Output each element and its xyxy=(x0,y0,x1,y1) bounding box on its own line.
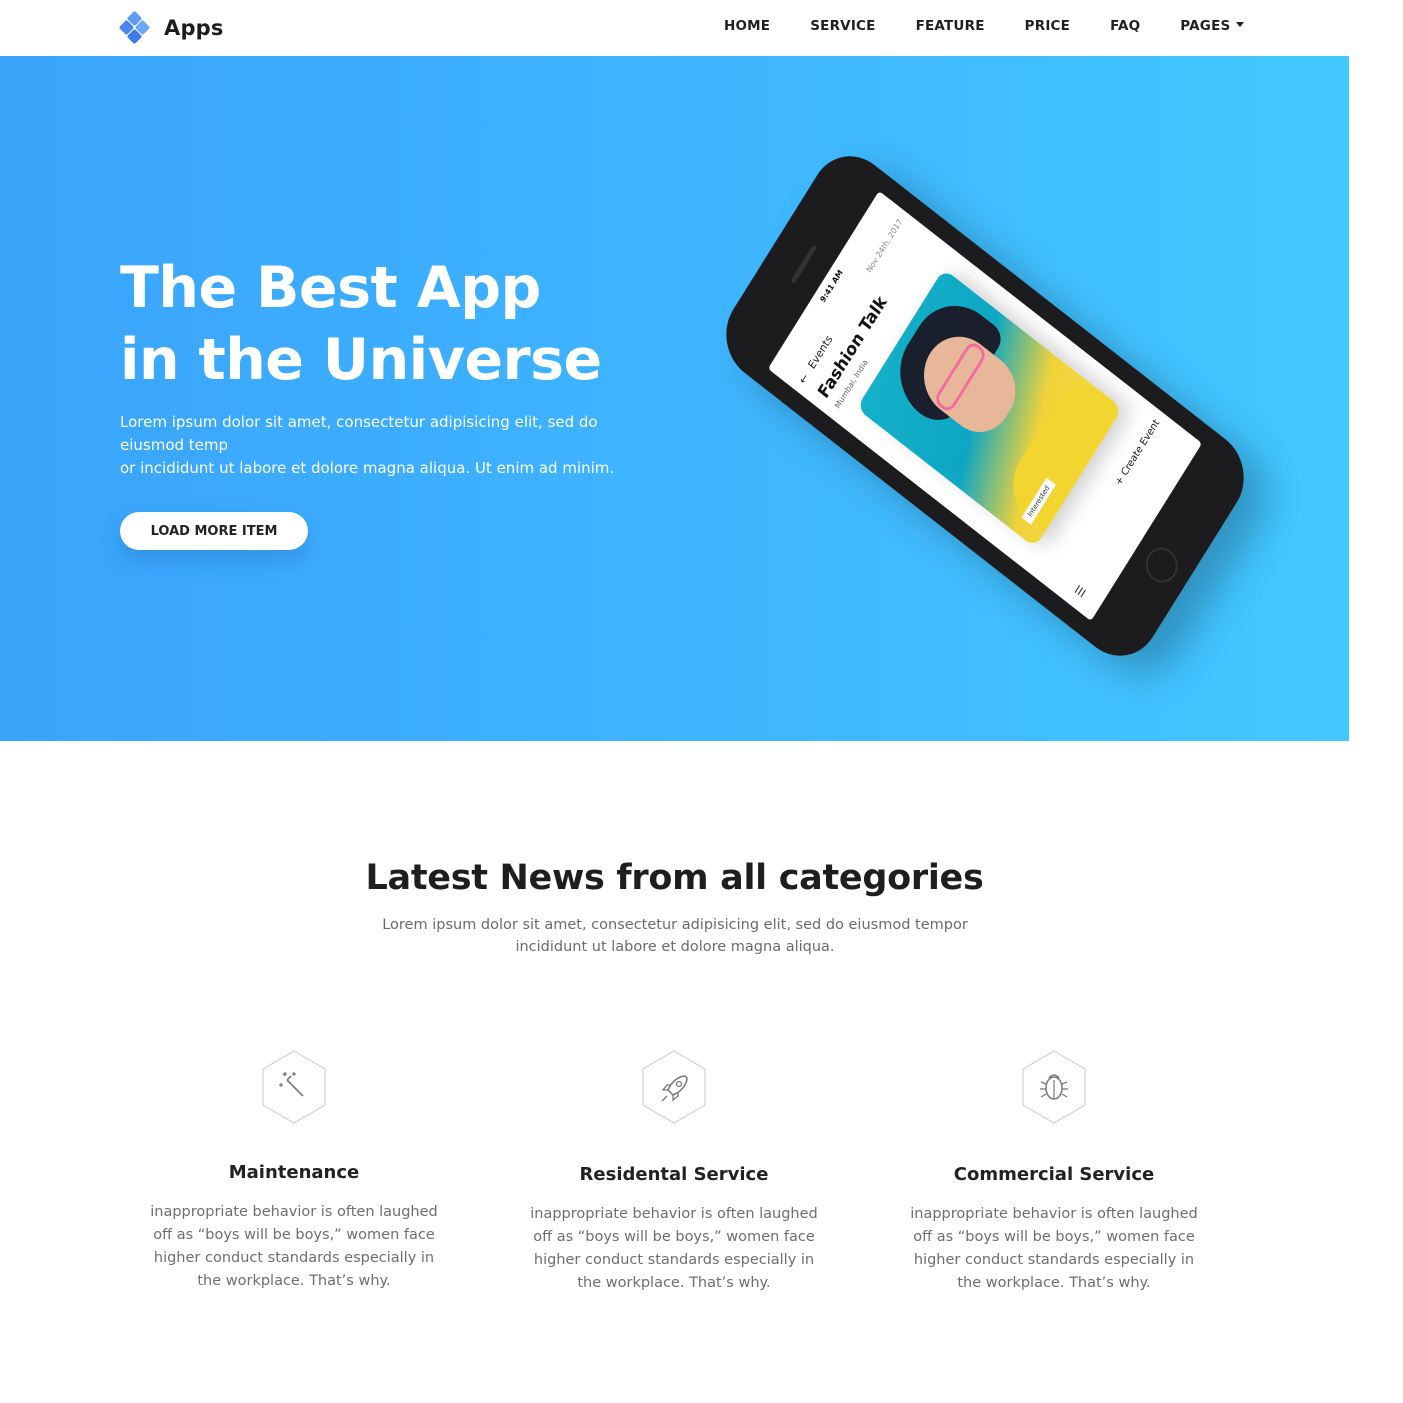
hero-desc-line2: or incididunt ut labore et dolore magna … xyxy=(120,459,615,477)
nav-service[interactable]: SERVICE xyxy=(810,18,875,34)
brand-logo-icon xyxy=(118,10,152,45)
hero-title-line1: The Best App xyxy=(120,255,541,321)
hero-title-line2: in the Universe xyxy=(120,327,602,393)
nav-faq[interactable]: FAQ xyxy=(1110,18,1140,34)
menu-icon: ☰ xyxy=(1072,582,1089,601)
main-nav: HOME SERVICE FEATURE PRICE FAQ PAGES xyxy=(724,18,1245,34)
feature-maintenance: Maintenance inappropriate behavior is of… xyxy=(144,1050,444,1293)
feature-description: inappropriate behavior is often laughed … xyxy=(150,1204,438,1289)
back-arrow-icon: ← xyxy=(796,370,812,387)
feature-commercial-service: Commercial Service inappropriate behavio… xyxy=(904,1050,1204,1295)
hero-description: Lorem ipsum dolor sit amet, consectetur … xyxy=(120,411,640,480)
brand-name: Apps xyxy=(164,16,224,40)
feature-residental-service: Residental Service inappropriate behavio… xyxy=(524,1050,824,1295)
feature-description: inappropriate behavior is often laughed … xyxy=(910,1206,1198,1291)
hero-title: The Best App in the Universe xyxy=(120,252,680,396)
news-section-description: Lorem ipsum dolor sit amet, consectetur … xyxy=(382,917,968,955)
navbar: Apps HOME SERVICE FEATURE PRICE FAQ PAGE… xyxy=(0,0,1349,56)
feature-title: Commercial Service xyxy=(953,1164,1155,1185)
phone-create-event: + Create Event xyxy=(1113,417,1162,488)
magic-wand-icon xyxy=(261,1050,327,1124)
caret-down-icon xyxy=(1236,22,1245,27)
phone-event-card-image xyxy=(856,268,1123,548)
hero-desc-line1: Lorem ipsum dolor sit amet, consectetur … xyxy=(120,413,598,454)
feature-description: inappropriate behavior is often laughed … xyxy=(530,1206,818,1291)
feature-title: Residental Service xyxy=(579,1164,769,1185)
news-section-title: Latest News from all categories xyxy=(365,858,984,898)
hero-section: The Best App in the Universe Lorem ipsum… xyxy=(0,56,1349,741)
nav-home[interactable]: HOME xyxy=(724,18,770,34)
phone-mockup: 9:41 AM ← Events Nov 24th, 2017 Fashion … xyxy=(710,138,1260,674)
nav-pages-dropdown[interactable]: PAGES xyxy=(1180,18,1245,34)
nav-price[interactable]: PRICE xyxy=(1025,18,1070,34)
bug-icon xyxy=(1021,1050,1087,1124)
nav-pages-label: PAGES xyxy=(1180,18,1231,34)
phone-screen: 9:41 AM ← Events Nov 24th, 2017 Fashion … xyxy=(767,190,1203,622)
feature-title: Maintenance xyxy=(228,1162,360,1183)
phone-home-button xyxy=(1139,540,1184,590)
brand[interactable]: Apps xyxy=(118,10,224,45)
phone-body: 9:41 AM ← Events Nov 24th, 2017 Fashion … xyxy=(710,138,1260,674)
rocket-icon xyxy=(641,1050,707,1124)
nav-feature[interactable]: FEATURE xyxy=(916,18,985,34)
phone-speaker xyxy=(790,244,818,285)
load-more-button[interactable]: LOAD MORE ITEM xyxy=(120,512,308,550)
phone-status-time: 9:41 AM xyxy=(818,268,845,305)
